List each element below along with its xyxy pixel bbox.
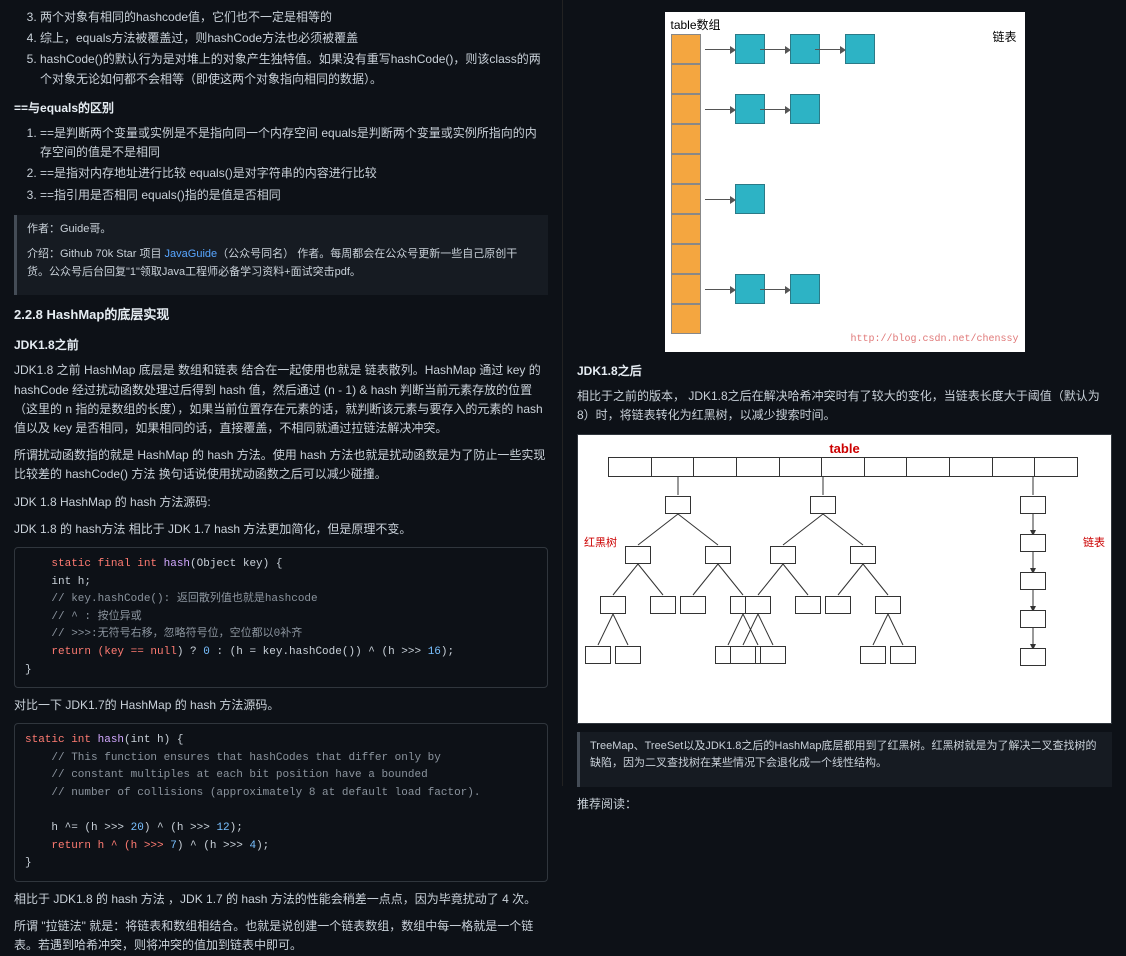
d2-node — [730, 646, 756, 664]
d1-slot — [671, 304, 701, 334]
paragraph: 相比于之前的版本， JDK1.8之后在解决哈希冲突时有了较大的变化，当链表长度大… — [577, 387, 1112, 425]
recommended-reading: 推荐阅读： — [577, 795, 1112, 814]
d1-arrow — [705, 199, 731, 200]
d2-node — [615, 646, 641, 664]
d2-node — [810, 496, 836, 514]
d1-arrow — [705, 109, 731, 110]
paragraph: JDK 1.8 的 hash方法 相比于 JDK 1.7 hash 方法更加简化… — [14, 520, 548, 539]
d1-node — [790, 274, 820, 304]
left-column: 两个对象有相同的hashcode值，它们也不一定是相等的 综上，equals方法… — [0, 0, 563, 786]
d1-slot — [671, 184, 701, 214]
section-228-heading: 2.2.8 HashMap的底层实现 — [14, 305, 548, 326]
equals-vs-eq-heading: ==与equals的区别 — [14, 99, 548, 118]
code-hash-jdk18: static final int hash(Object key) { int … — [14, 547, 548, 688]
d1-node — [845, 34, 875, 64]
d1-node — [790, 94, 820, 124]
treemap-quote: TreeMap、TreeSet以及JDK1.8之后的HashMap底层都用到了红… — [577, 732, 1112, 787]
javaguide-link[interactable]: JavaGuide — [165, 248, 218, 260]
list-item: hashCode()的默认行为是对堆上的对象产生独特值。如果没有重写hashCo… — [40, 50, 548, 88]
d2-node — [585, 646, 611, 664]
author-quote: 作者：Guide哥。 介绍：Github 70k Star 项目 JavaGui… — [14, 215, 548, 296]
d2-node — [850, 546, 876, 564]
d1-arrow — [760, 49, 786, 50]
d2-node — [665, 496, 691, 514]
d2-node — [650, 596, 676, 614]
code-hash-jdk17: static int hash(int h) { // This functio… — [14, 723, 548, 882]
d2-node — [745, 596, 771, 614]
d2-node — [795, 596, 821, 614]
paragraph: 所谓扰动函数指的就是 HashMap 的 hash 方法。使用 hash 方法也… — [14, 446, 548, 484]
d1-slot — [671, 94, 701, 124]
d2-node — [1020, 534, 1046, 552]
d1-slot — [671, 214, 701, 244]
hashcode-rules-list: 两个对象有相同的hashcode值，它们也不一定是相等的 综上，equals方法… — [14, 8, 548, 89]
d2-node — [680, 596, 706, 614]
d2-node — [705, 546, 731, 564]
d2-node — [760, 646, 786, 664]
d1-arrow — [705, 49, 731, 50]
d1-slot — [671, 64, 701, 94]
list-item: 两个对象有相同的hashcode值，它们也不一定是相等的 — [40, 8, 548, 27]
d1-arrow — [760, 109, 786, 110]
d2-node — [1020, 496, 1046, 514]
d2-node — [1020, 572, 1046, 590]
d1-slot — [671, 274, 701, 304]
red-black-tree-diagram: table 红黑树 链表 — [577, 434, 1112, 724]
paragraph: 对比一下 JDK1.7的 HashMap 的 hash 方法源码。 — [14, 696, 548, 715]
paragraph: 所谓 "拉链法" 就是：将链表和数组相结合。也就是说创建一个链表数组，数组中每一… — [14, 917, 548, 955]
table-array-diagram: table数组 链表 http://blog.csdn.net/chenssy — [665, 12, 1025, 352]
d1-arrow — [815, 49, 841, 50]
d1-slot — [671, 244, 701, 274]
d2-node — [770, 546, 796, 564]
d2-node — [1020, 610, 1046, 628]
quote-intro: 介绍：Github 70k Star 项目 JavaGuide（公众号同名） 作… — [27, 246, 538, 281]
d1-node — [735, 184, 765, 214]
list-item: ==是判断两个变量或实例是不是指向同一个内存空间 equals是判断两个变量或实… — [40, 124, 548, 162]
d1-arrow — [760, 289, 786, 290]
d1-watermark: http://blog.csdn.net/chenssy — [850, 332, 1018, 348]
d1-linklist-label: 链表 — [992, 28, 1016, 47]
paragraph: JDK1.8 之前 HashMap 底层是 数组和链表 结合在一起使用也就是 链… — [14, 361, 548, 438]
paragraph: JDK 1.8 HashMap 的 hash 方法源码: — [14, 493, 548, 512]
d1-arrow — [705, 289, 731, 290]
d2-node — [600, 596, 626, 614]
d1-slot — [671, 34, 701, 64]
d2-node — [875, 596, 901, 614]
d2-node — [890, 646, 916, 664]
d2-node — [825, 596, 851, 614]
d2-node — [860, 646, 886, 664]
d1-title: table数组 — [671, 16, 721, 35]
paragraph: 相比于 JDK1.8 的 hash 方法 ，JDK 1.7 的 hash 方法的… — [14, 890, 548, 909]
list-item: 综上，equals方法被覆盖过，则hashCode方法也必须被覆盖 — [40, 29, 548, 48]
list-item: ==指引用是否相同 equals()指的是值是否相同 — [40, 186, 548, 205]
d2-node — [625, 546, 651, 564]
d1-slot — [671, 154, 701, 184]
quote-author: 作者：Guide哥。 — [27, 221, 538, 239]
equals-vs-eq-list: ==是判断两个变量或实例是不是指向同一个内存空间 equals是判断两个变量或实… — [14, 124, 548, 205]
jdk18-after-heading: JDK1.8之后 — [577, 362, 1112, 381]
d2-node — [1020, 648, 1046, 666]
right-column: table数组 链表 http://blog.csdn.net/chenssy … — [563, 0, 1126, 786]
list-item: ==是指对内存地址进行比较 equals()是对字符串的内容进行比较 — [40, 164, 548, 183]
d1-slot — [671, 124, 701, 154]
jdk18-before-heading: JDK1.8之前 — [14, 336, 548, 355]
